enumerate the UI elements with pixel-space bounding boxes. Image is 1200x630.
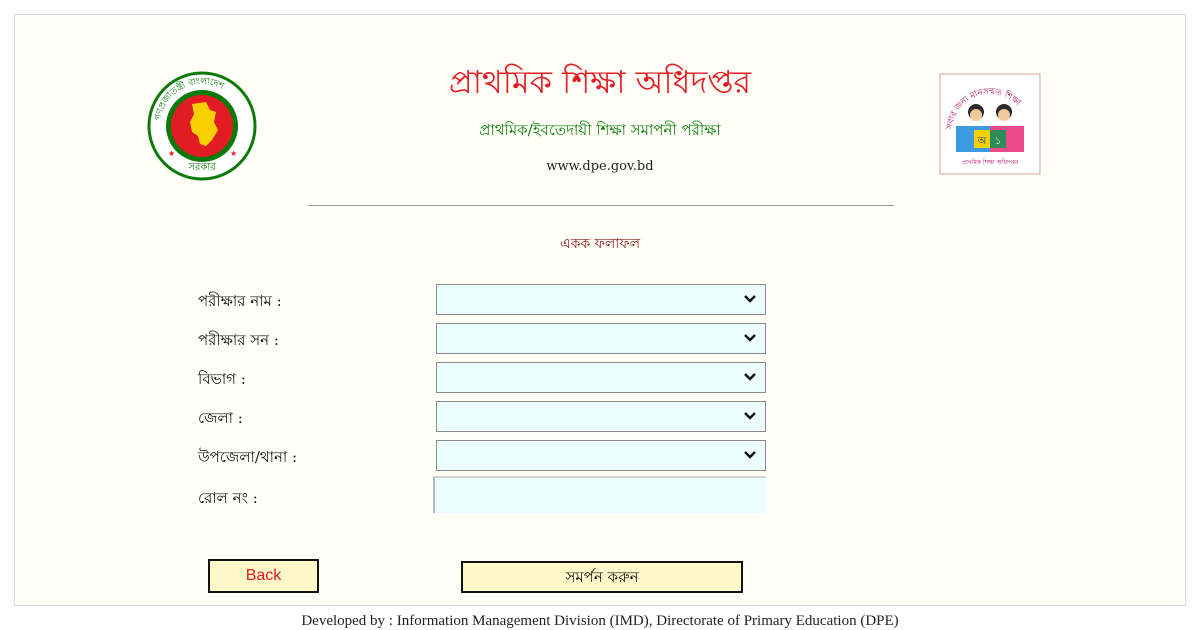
roll-number-label: রোল নং : [198, 489, 258, 507]
svg-text:অ: অ [977, 136, 987, 147]
exam-year-select[interactable] [436, 323, 766, 354]
page-title: প্রাথমিক শিক্ষা অধিদপ্তর [448, 63, 752, 101]
exam-year-label: পরীক্ষার সন : [198, 331, 279, 349]
government-seal-icon: গণপ্রজাতন্ত্রী বাংলাদেশ সরকার ★ ★ [146, 70, 258, 182]
chevron-down-icon [744, 295, 756, 303]
submit-button[interactable]: সমর্পন করুন [461, 561, 743, 593]
district-select[interactable] [436, 401, 766, 432]
upazila-label: উপজেলা/থানা : [198, 448, 298, 466]
division-label: বিভাগ : [198, 370, 246, 388]
chevron-down-icon [744, 412, 756, 420]
website-link[interactable]: www.dpe.gov.bd [300, 158, 900, 176]
back-button[interactable]: Back [208, 559, 319, 593]
svg-text:সরকার: সরকার [187, 162, 216, 173]
exam-name-label: পরীক্ষার নাম : [198, 292, 282, 310]
chevron-down-icon [744, 334, 756, 342]
dpe-logo-icon: সবার জন্য মানসম্মত শিক্ষা অ ১ প্রাথমিক শ… [938, 72, 1042, 176]
district-label: জেলা : [198, 409, 243, 427]
svg-text:প্রাথমিক শিক্ষা অধিদপ্তর: প্রাথমিক শিক্ষা অধিদপ্তর [962, 159, 1019, 166]
svg-text:★: ★ [230, 149, 237, 158]
page-subtitle: প্রাথমিক/ইবতেদায়ী শিক্ষা সমাপনী পরীক্ষা [479, 121, 721, 139]
footer-credit: Developed by : Information Management Di… [301, 613, 899, 629]
section-title: একক ফলাফল [559, 236, 641, 252]
svg-text:★: ★ [168, 149, 175, 158]
upazila-select[interactable] [436, 440, 766, 471]
svg-text:১: ১ [995, 136, 1002, 147]
chevron-down-icon [744, 373, 756, 381]
roll-number-input[interactable] [433, 476, 766, 513]
chevron-down-icon [744, 451, 756, 459]
exam-name-select[interactable] [436, 284, 766, 315]
division-select[interactable] [436, 362, 766, 393]
header-divider [308, 205, 894, 206]
